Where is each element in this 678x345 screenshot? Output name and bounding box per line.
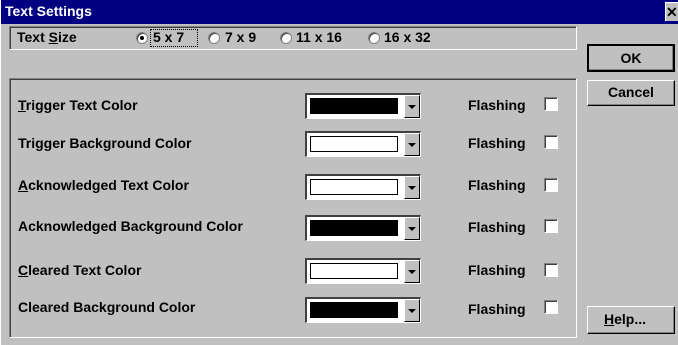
cancel-button-label: Cancel: [608, 84, 654, 100]
color-swatch: [310, 263, 398, 279]
text-settings-dialog: Text Settings ✕ Text Size 5 x 7 7 x 9 11…: [0, 0, 678, 345]
close-button[interactable]: ✕: [665, 2, 678, 21]
color-dropdown[interactable]: [305, 297, 421, 323]
flashing-label: Flashing: [468, 219, 526, 235]
color-dropdown[interactable]: [305, 93, 421, 119]
chevron-down-icon[interactable]: [404, 217, 420, 240]
ok-button-label: OK: [620, 50, 642, 66]
option-label[interactable]: 7 x 9: [225, 29, 256, 45]
flashing-label: Flashing: [468, 177, 526, 193]
color-swatch: [310, 179, 398, 195]
option-label[interactable]: 5 x 7: [153, 29, 184, 45]
close-icon: ✕: [666, 4, 678, 20]
flashing-label: Flashing: [468, 301, 526, 317]
flashing-checkbox[interactable]: [544, 263, 558, 277]
radio-5x7[interactable]: [136, 32, 148, 44]
color-swatch: [310, 136, 398, 152]
flashing-checkbox[interactable]: [544, 219, 558, 233]
flashing-label: Flashing: [468, 97, 526, 113]
flashing-label: Flashing: [468, 262, 526, 278]
row-label: Cleared Text Color: [18, 262, 142, 278]
chevron-down-icon[interactable]: [404, 95, 420, 118]
color-settings-group: Trigger Text Color Flashing Trigger Back…: [9, 78, 577, 338]
radio-16x32[interactable]: [368, 32, 380, 44]
row-label: Trigger Text Color: [18, 97, 138, 113]
flashing-checkbox[interactable]: [544, 178, 558, 192]
color-swatch: [310, 98, 398, 114]
row-label: Acknowledged Text Color: [18, 177, 189, 193]
radio-7x9[interactable]: [208, 32, 220, 44]
option-label[interactable]: 16 x 32: [384, 29, 431, 45]
flashing-checkbox[interactable]: [544, 300, 558, 314]
color-dropdown[interactable]: [305, 215, 421, 241]
color-swatch: [310, 302, 398, 318]
color-dropdown[interactable]: [305, 174, 421, 200]
help-button-label: Help...: [604, 311, 647, 327]
cancel-button[interactable]: Cancel: [587, 80, 675, 106]
flashing-checkbox[interactable]: [544, 97, 558, 111]
row-label: Trigger Background Color: [18, 135, 192, 151]
radio-11x16[interactable]: [280, 32, 292, 44]
text-size-label: Text Size: [17, 29, 77, 45]
option-label[interactable]: 11 x 16: [296, 29, 342, 45]
color-dropdown[interactable]: [305, 258, 421, 284]
chevron-down-icon[interactable]: [404, 299, 420, 322]
color-dropdown[interactable]: [305, 131, 421, 157]
flashing-checkbox[interactable]: [544, 135, 558, 149]
chevron-down-icon[interactable]: [404, 176, 420, 199]
row-label: Acknowledged Background Color: [18, 218, 243, 234]
color-swatch: [310, 220, 398, 236]
chevron-down-icon[interactable]: [404, 260, 420, 283]
help-button[interactable]: Help...: [587, 306, 675, 334]
title-bar: Text Settings ✕: [1, 0, 678, 24]
flashing-label: Flashing: [468, 135, 526, 151]
radio-dot: [140, 36, 144, 40]
chevron-down-icon[interactable]: [404, 133, 420, 156]
row-label: Cleared Background Color: [18, 299, 196, 315]
window-title: Text Settings: [5, 3, 92, 19]
text-size-group: Text Size 5 x 7 7 x 9 11 x 16 16 x 32: [9, 26, 577, 50]
ok-button[interactable]: OK: [587, 44, 675, 72]
